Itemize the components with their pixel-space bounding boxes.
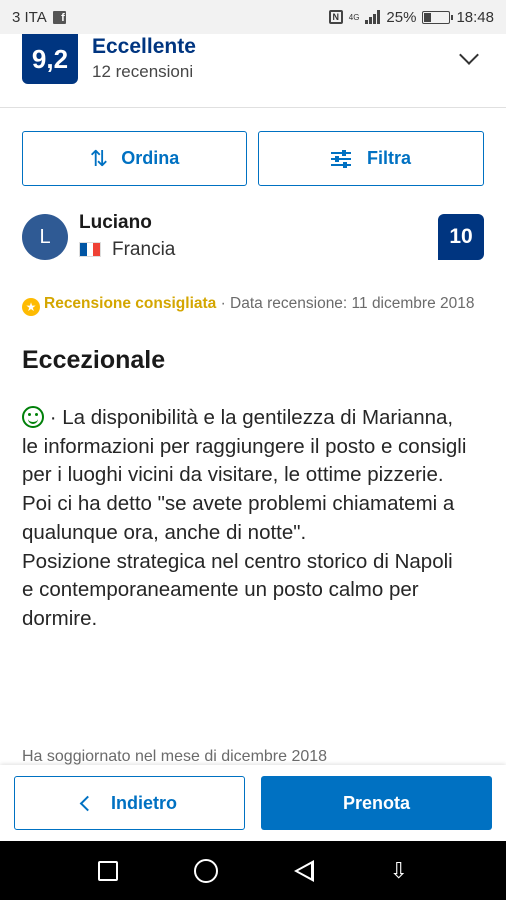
review-line: Posizione strategica nel centro storico … (22, 549, 453, 573)
score-header[interactable]: 9,2 Eccellente 12 recensioni (0, 34, 506, 108)
back-button-label: Indietro (111, 792, 177, 813)
stay-date: Ha soggiornato nel mese di dicembre 2018 (22, 748, 328, 765)
chevron-down-icon[interactable] (459, 45, 479, 65)
review-title: Eccezionale (22, 346, 166, 374)
france-flag-icon (79, 242, 101, 257)
review-line: Poi ci ha detto "se avete problemi chiam… (22, 492, 455, 544)
system-nav-bar: ⇩ (0, 841, 506, 900)
signal-icon (365, 10, 381, 24)
status-right: N 4G 25% 18:48 (328, 8, 494, 26)
review-score-badge: 10 (438, 214, 484, 260)
facebook-icon: f (52, 10, 66, 24)
filter-button[interactable]: Filtra (258, 131, 484, 186)
star-icon: ★ (22, 298, 40, 316)
carrier-label: 3 ITA (12, 8, 47, 26)
nfc-icon: N (328, 10, 343, 24)
overall-score-badge: 9,2 (22, 34, 78, 84)
filter-button-label: Filtra (366, 148, 411, 168)
review-line-text: · La disponibilità e la gentilezza di Ma… (44, 406, 454, 429)
avatar: L (22, 214, 68, 260)
overall-score-word: Eccellente (92, 35, 196, 58)
reviewer-country: Francia (112, 239, 176, 260)
action-bar: Indietro Prenota (0, 765, 506, 841)
notification-pull-icon[interactable]: ⇩ (390, 859, 408, 882)
battery-percent: 25% (386, 8, 417, 26)
sort-icon: ⇅ (89, 145, 109, 171)
review-date: · Data recensione: 11 dicembre 2018 (216, 295, 475, 312)
status-bar: 3 ITA f N 4G 25% 18:48 (0, 0, 506, 34)
review-meta: ★ Recensione consigliata · Data recension… (22, 290, 484, 318)
home-icon[interactable] (193, 858, 218, 883)
review-line: e contemporaneamente un posto calmo per … (22, 578, 419, 630)
battery-icon (422, 10, 454, 24)
chevron-left-icon (79, 795, 96, 811)
back-icon[interactable] (293, 859, 314, 882)
sort-button[interactable]: ⇅ Ordina (22, 131, 247, 186)
review-positive-text: · La disponibilità e la gentilezza di Ma… (22, 404, 488, 634)
back-button[interactable]: Indietro (14, 776, 245, 830)
filter-icon (330, 149, 351, 168)
smile-icon (22, 406, 44, 428)
recent-apps-icon[interactable] (97, 860, 118, 881)
status-left: 3 ITA f (12, 9, 66, 26)
sort-button-label: Ordina (121, 148, 180, 168)
reviews-count: 12 recensioni (92, 62, 194, 81)
network-label: 4G (348, 12, 360, 22)
review-line: le informazioni per raggiungere il posto… (22, 434, 467, 487)
review-line: · La disponibilità e la gentilezza di Ma… (22, 404, 488, 433)
clock: 18:48 (456, 8, 494, 26)
book-button[interactable]: Prenota (261, 776, 492, 830)
reviewer-name: Luciano (79, 212, 152, 233)
recommended-label: Recensione consigliata (44, 295, 217, 312)
